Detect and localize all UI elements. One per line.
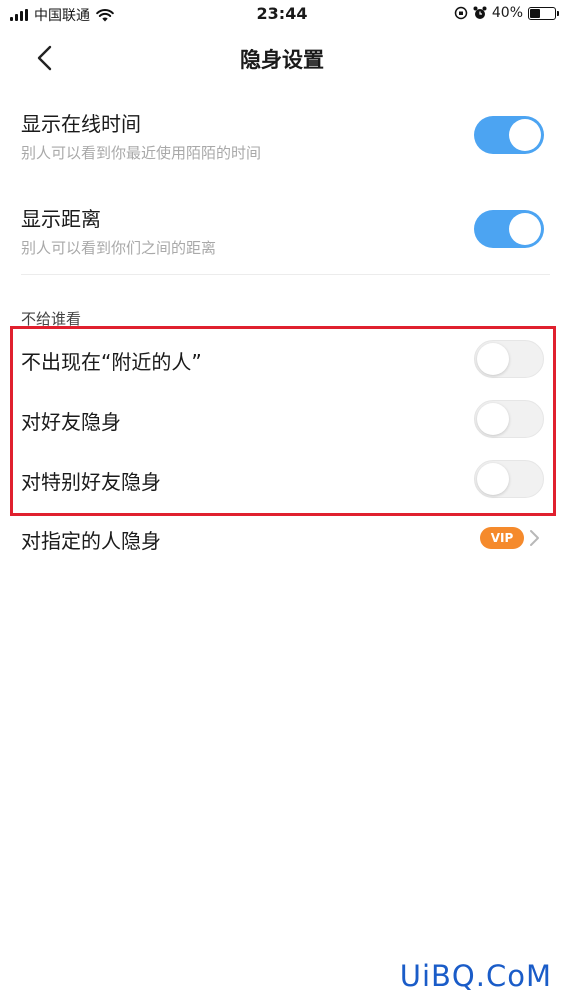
online-time-subtitle: 别人可以看到你最近使用陌陌的时间 [21, 144, 262, 162]
privacy-settings-screen: 中国联通 23:44 40% 隐身设置 显示在线时间 别人可以看到你最近使用陌陌… [0, 0, 564, 1003]
status-bar: 中国联通 23:44 40% [0, 0, 564, 30]
distance-subtitle: 别人可以看到你们之间的距离 [21, 239, 217, 257]
online-time-toggle[interactable] [474, 116, 544, 154]
setting-row-distance: 显示距离 别人可以看到你们之间的距离 [0, 195, 564, 275]
nav-bar: 隐身设置 [0, 30, 564, 86]
distance-toggle[interactable] [474, 210, 544, 248]
hide-specific-title: 对指定的人隐身 [21, 529, 161, 553]
alarm-icon [473, 6, 487, 19]
setting-row-online-time: 显示在线时间 别人可以看到你最近使用陌陌的时间 [0, 100, 564, 180]
vip-badge: VIP [480, 527, 524, 549]
highlight-box [10, 326, 556, 516]
status-right: 40% [454, 5, 559, 21]
battery-percent: 40% [491, 5, 523, 21]
chevron-right-icon[interactable] [528, 529, 540, 547]
online-time-title: 显示在线时间 [21, 112, 141, 136]
distance-title: 显示距离 [21, 207, 101, 231]
watermark: UiBQ.CoM [399, 959, 552, 993]
rotation-lock-icon [454, 6, 468, 20]
page-title: 隐身设置 [240, 48, 324, 72]
section-divider [21, 274, 550, 275]
battery-icon [528, 6, 559, 20]
